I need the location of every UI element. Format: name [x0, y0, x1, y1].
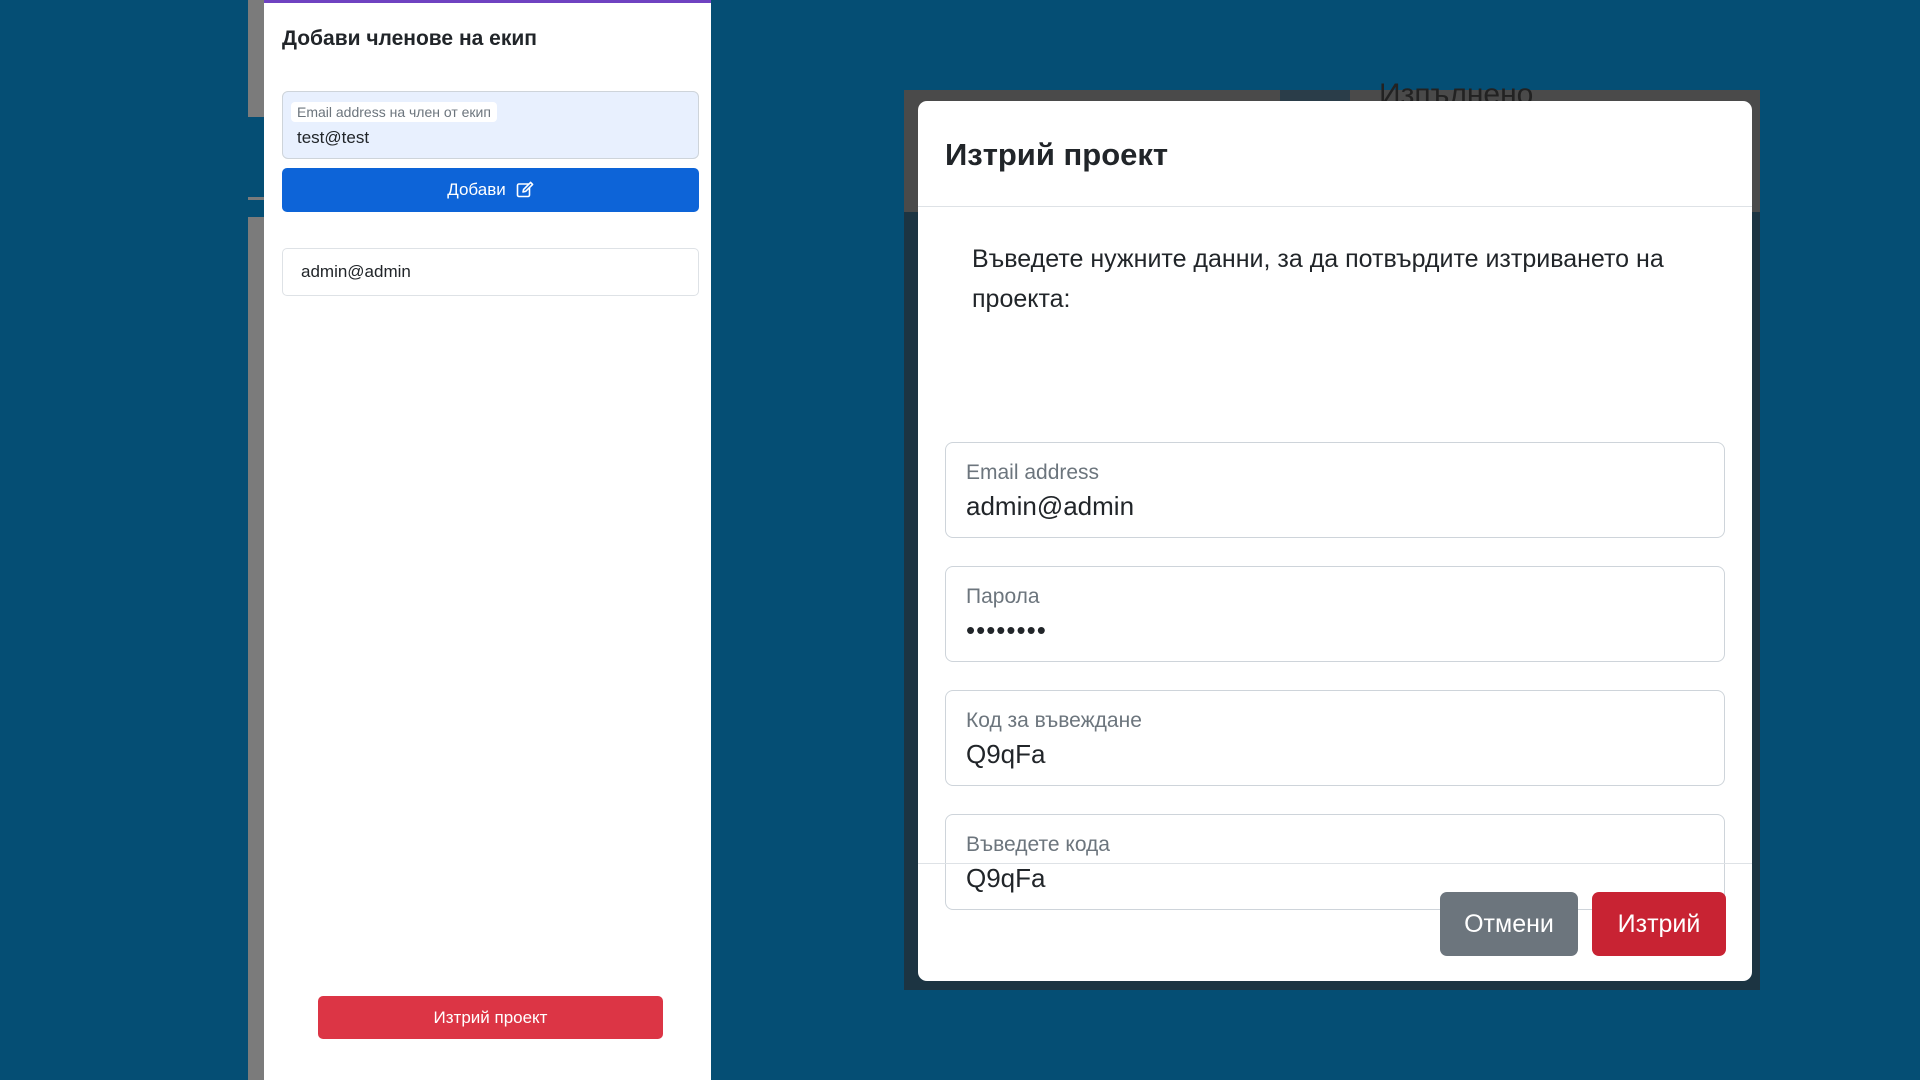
- password-label: Парола: [966, 585, 1040, 608]
- strip-gap: [248, 200, 264, 217]
- password-value: ••••••••: [966, 615, 1047, 645]
- email-value: admin@admin: [966, 491, 1135, 521]
- cancel-button[interactable]: Отмени: [1440, 892, 1578, 956]
- generated-code-field[interactable]: Код за въвеждане Q9qFa: [945, 690, 1725, 786]
- member-email-field[interactable]: Email address на член от екип test@test: [282, 91, 699, 159]
- team-members-panel: Добави членове на екип Email address на …: [264, 0, 711, 1080]
- delete-project-modal: Изтрий проект Въведете нужните данни, за…: [918, 101, 1752, 981]
- panel-title: Добави членове на екип: [282, 27, 537, 50]
- member-email-label: Email address на член от екип: [291, 102, 497, 122]
- member-email: admin@admin: [301, 262, 411, 281]
- generated-code-value: Q9qFa: [966, 739, 1046, 769]
- modal-title: Изтрий проект: [945, 137, 1169, 172]
- modal-header: Изтрий проект: [918, 101, 1752, 207]
- confirm-delete-button[interactable]: Изтрий: [1592, 892, 1726, 956]
- confirm-code-label: Въведете кода: [966, 833, 1110, 856]
- password-field[interactable]: Парола ••••••••: [945, 566, 1725, 662]
- email-field[interactable]: Email address admin@admin: [945, 442, 1725, 538]
- email-label: Email address: [966, 461, 1100, 484]
- strip-gap: [248, 117, 264, 197]
- modal-description: Въведете нужните данни, за да потвърдите…: [972, 245, 1664, 313]
- delete-project-button[interactable]: Изтрий проект: [318, 996, 663, 1039]
- edit-icon: [516, 181, 534, 198]
- add-member-button[interactable]: Добави: [282, 168, 699, 212]
- left-edge-strip: [248, 0, 264, 1080]
- member-list-item[interactable]: admin@admin: [282, 248, 699, 296]
- modal-footer: Отмени Изтрий: [918, 863, 1752, 981]
- generated-code-label: Код за въвеждане: [966, 709, 1142, 732]
- add-button-label: Добави: [447, 180, 506, 199]
- member-email-value: test@test: [297, 128, 370, 147]
